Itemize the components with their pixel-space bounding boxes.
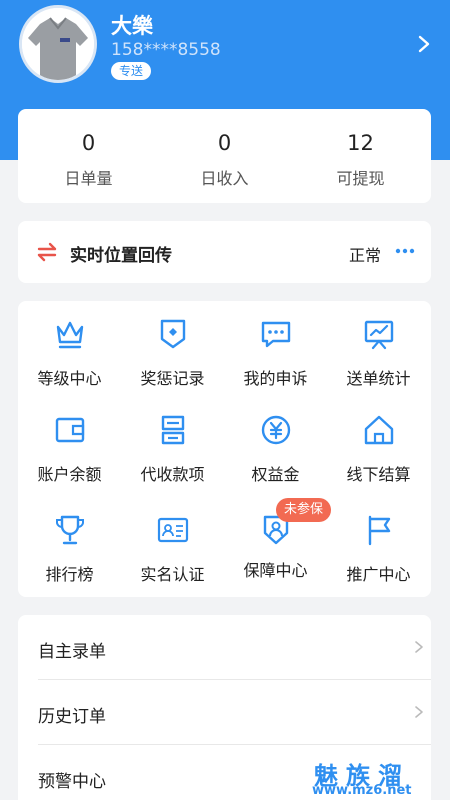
home-icon [364,415,394,445]
crown-icon [56,321,84,349]
grid-label: 线下结算 [346,465,411,484]
grid-item-offline-settlement[interactable]: 线下结算 [327,397,430,487]
list-item-label: 自主录单 [38,642,106,662]
grid-label: 代收款项 [140,465,205,484]
flag-icon [368,515,391,546]
stat-value: 0 [81,131,96,155]
avatar[interactable] [19,5,97,83]
stat-daily-orders[interactable]: 0 日单量 [20,109,157,203]
grid-label: 账户余额 [37,465,102,484]
grid-label: 权益金 [251,465,300,484]
grid-label: 排行榜 [45,565,94,584]
grid-item-equity-fund[interactable]: 权益金 [224,397,327,487]
location-label: 实时位置回传 [70,246,172,266]
grid-label: 送单统计 [346,369,411,388]
list-item-order-history[interactable]: 历史订单 [18,680,431,744]
grid-item-real-name-auth[interactable]: 实名认证 [121,497,224,587]
transfer-arrows-icon [37,242,57,262]
chart-board-icon [364,320,394,350]
grid-label: 实名认证 [140,565,205,584]
avatar-shirt-image [22,8,94,80]
grid-item-leaderboard[interactable]: 排行榜 [18,497,121,587]
grid-item-promotion-center[interactable]: 推广中心 [327,497,430,587]
grid-item-collections[interactable]: 代收款项 [121,397,224,487]
shield-badge-icon [160,319,186,349]
wallet-icon [55,417,85,443]
stat-withdrawable[interactable]: 12 可提现 [292,109,429,203]
stat-value: 12 [347,131,374,155]
grid-label: 等级中心 [37,369,102,388]
stats-card: 0 日单量 0 日收入 12 可提现 [18,109,431,203]
watermark-url: www.mz6.net [312,783,412,798]
location-status: 正常 [349,246,382,265]
grid-item-appeals[interactable]: 我的申诉 [224,301,327,391]
uninsured-badge: 未参保 [276,498,332,522]
stat-label: 日收入 [200,169,249,188]
feature-grid: 等级中心 奖惩记录 我的申诉 送单统计 账户余额 代收款项 权益金 线下结算 排… [18,301,431,597]
delivery-type-badge: 专送 [111,62,152,80]
grid-item-level-center[interactable]: 等级中心 [18,301,121,391]
yen-coin-icon [261,415,291,445]
trophy-icon [56,515,84,545]
bill-icon [161,415,185,445]
chevron-right-icon [415,641,423,653]
stat-label: 可提现 [336,169,385,188]
grid-label: 我的申诉 [243,369,308,388]
grid-item-delivery-stats[interactable]: 送单统计 [327,301,430,391]
chevron-right-icon [415,706,423,718]
more-dots-icon[interactable] [395,247,415,255]
user-name: 大樂 [111,14,153,38]
stat-label: 日单量 [64,169,113,188]
chat-bubble-icon [261,321,291,348]
site-watermark: 魅族溜 www.mz6.net [300,756,450,800]
location-report-card[interactable]: 实时位置回传 正常 [18,221,431,283]
grid-label: 推广中心 [346,565,411,584]
grid-item-account-balance[interactable]: 账户余额 [18,397,121,487]
stat-value: 0 [217,131,232,155]
list-item-self-entry[interactable]: 自主录单 [18,615,431,679]
list-item-label: 预警中心 [38,772,106,792]
user-phone: 158****8558 [111,40,221,60]
grid-item-rewards-penalties[interactable]: 奖惩记录 [121,301,224,391]
id-card-icon [157,517,189,543]
grid-label: 奖惩记录 [140,369,205,388]
grid-label: 保障中心 [243,561,308,580]
stat-daily-income[interactable]: 0 日收入 [156,109,293,203]
chevron-right-icon[interactable] [414,34,434,54]
list-item-label: 历史订单 [38,707,106,727]
